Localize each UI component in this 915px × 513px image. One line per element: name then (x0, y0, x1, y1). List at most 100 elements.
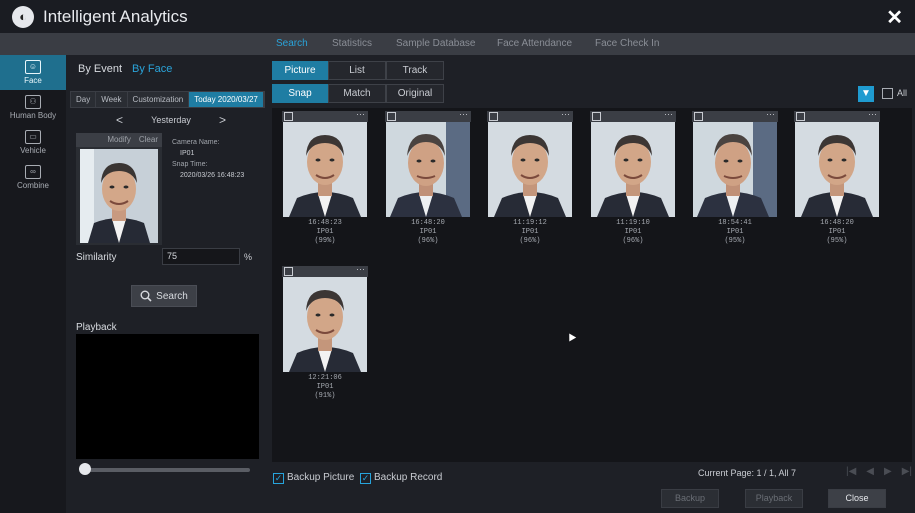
modify-button[interactable]: Modify (107, 133, 131, 147)
tab-by-event[interactable]: By Event (78, 63, 122, 75)
first-page-icon[interactable]: |◀ (846, 466, 856, 477)
backup-record-checkbox[interactable]: ✓ (360, 473, 371, 484)
tab-day[interactable]: Day (71, 92, 97, 107)
result-similarity: (91%) (314, 392, 336, 400)
select-all-checkbox[interactable] (882, 88, 893, 99)
similarity-input[interactable]: 75 (162, 248, 240, 265)
image-mode-group: Snap Match Original (272, 84, 444, 103)
camera-name-label: Camera Name: (172, 139, 220, 146)
page-info: Current Page: 1 / 1, All 7 (698, 468, 797, 478)
nav-item-combine[interactable]: ∞ Combine (0, 160, 66, 195)
result-card[interactable]: ··· 11:19:10 IP01 (96%) (590, 109, 676, 246)
similarity-label: Similarity (76, 252, 117, 263)
backup-picture-label: Backup Picture (287, 472, 355, 483)
title-bar: ◐ Intelligent Analytics ✕ (0, 0, 915, 33)
result-card[interactable]: ··· 16:48:20 IP01 (96%) (385, 109, 471, 246)
more-icon[interactable]: ··· (356, 109, 365, 119)
app-logo-icon: ◐ (12, 5, 34, 28)
face-box-toolbar: Modify Clear (76, 133, 162, 147)
close-icon[interactable]: ✕ (886, 5, 903, 30)
playback-button[interactable]: Playback (745, 489, 803, 508)
app-title: Intelligent Analytics (43, 6, 188, 26)
result-time: 16:48:20 (411, 219, 445, 227)
result-time: 11:19:10 (616, 219, 650, 227)
result-face-image (283, 122, 367, 217)
result-card[interactable]: ··· 11:19:12 IP01 (96%) (487, 109, 573, 246)
result-face-image (795, 122, 879, 217)
image-match-button[interactable]: Match (328, 84, 386, 103)
playback-slider-thumb[interactable] (79, 463, 91, 475)
more-icon[interactable]: ··· (561, 109, 570, 119)
tab-search[interactable]: Search (276, 38, 308, 49)
backup-button[interactable]: Backup (661, 489, 719, 508)
view-list-button[interactable]: List (328, 61, 386, 80)
result-card[interactable]: ··· 16:48:23 IP01 (99%) (282, 109, 368, 246)
clear-button[interactable]: Clear (139, 133, 158, 147)
backup-picture-checkbox[interactable]: ✓ (273, 473, 284, 484)
pagination: |◀ ◀ ▶ ▶| (846, 466, 912, 477)
select-all-label: All (897, 88, 908, 98)
tab-sample-database[interactable]: Sample Database (396, 38, 476, 49)
nav-item-label: Combine (16, 181, 49, 190)
next-page-icon[interactable]: ▶ (884, 466, 892, 477)
card-checkbox[interactable] (489, 112, 498, 121)
result-similarity: (96%) (519, 237, 541, 245)
result-camera: IP01 (316, 383, 334, 391)
tab-face-check-in[interactable]: Face Check In (595, 38, 659, 49)
more-icon[interactable]: ··· (868, 109, 877, 119)
playback-video[interactable] (76, 334, 259, 459)
results-panel: Picture List Track Snap Match Original ▼… (270, 55, 915, 513)
tab-statistics[interactable]: Statistics (332, 38, 372, 49)
card-checkbox[interactable] (387, 112, 396, 121)
result-time: 11:19:12 (513, 219, 547, 227)
close-button[interactable]: Close (828, 489, 886, 508)
nav-item-label: Human Body (9, 111, 57, 120)
filter-icon[interactable]: ▼ (858, 86, 874, 102)
last-page-icon[interactable]: ▶| (902, 466, 912, 477)
result-face-image (283, 277, 367, 372)
card-checkbox[interactable] (284, 112, 293, 121)
image-original-button[interactable]: Original (386, 84, 444, 103)
snap-time-label: Snap Time: (172, 161, 208, 168)
playback-label: Playback (76, 322, 117, 333)
camera-name-value: IP01 (180, 150, 195, 157)
more-icon[interactable]: ··· (766, 109, 775, 119)
result-similarity: (95%) (826, 237, 848, 245)
search-button[interactable]: Search (131, 285, 197, 307)
result-card[interactable]: ··· 12:21:06 IP01 (91%) (282, 264, 368, 401)
card-checkbox[interactable] (284, 267, 293, 276)
tab-by-face[interactable]: By Face (132, 63, 172, 75)
tab-face-attendance[interactable]: Face Attendance (497, 38, 572, 49)
card-checkbox[interactable] (796, 112, 805, 121)
result-card[interactable]: ··· 16:48:20 IP01 (95%) (794, 109, 880, 246)
card-checkbox[interactable] (694, 112, 703, 121)
more-icon[interactable]: ··· (664, 109, 673, 119)
more-icon[interactable]: ··· (459, 109, 468, 119)
result-similarity: (99%) (314, 237, 336, 245)
view-track-button[interactable]: Track (386, 61, 444, 80)
camera-info: Camera Name: IP01 Snap Time: 2020/03/26 … (172, 137, 244, 181)
result-similarity: (96%) (417, 237, 439, 245)
result-camera: IP01 (726, 228, 744, 236)
prev-day-arrow[interactable]: < (116, 114, 123, 126)
tab-today[interactable]: Today 2020/03/27 (189, 92, 264, 107)
image-snap-button[interactable]: Snap (272, 84, 328, 103)
next-day-arrow[interactable]: > (219, 114, 226, 126)
result-face-image (693, 122, 777, 217)
nav-item-vehicle[interactable]: ▭ Vehicle (0, 125, 66, 160)
nav-item-face[interactable]: ☺ Face (0, 55, 66, 90)
tab-week[interactable]: Week (96, 92, 128, 107)
card-checkbox[interactable] (592, 112, 601, 121)
snap-time-value: 2020/03/26 16:48:23 (180, 172, 245, 179)
backup-record-label: Backup Record (374, 472, 443, 483)
view-picture-button[interactable]: Picture (272, 61, 328, 80)
more-icon[interactable]: ··· (356, 264, 365, 274)
nav-item-human-body[interactable]: ⚇ Human Body (0, 90, 66, 125)
similarity-unit: % (244, 252, 253, 262)
result-camera: IP01 (419, 228, 437, 236)
tab-customization[interactable]: Customization (128, 92, 190, 107)
result-camera: IP01 (316, 228, 334, 236)
result-card[interactable]: ··· 18:54:41 IP01 (95%) (692, 109, 778, 246)
playback-slider[interactable] (82, 468, 250, 472)
prev-page-icon[interactable]: ◀ (866, 466, 874, 477)
